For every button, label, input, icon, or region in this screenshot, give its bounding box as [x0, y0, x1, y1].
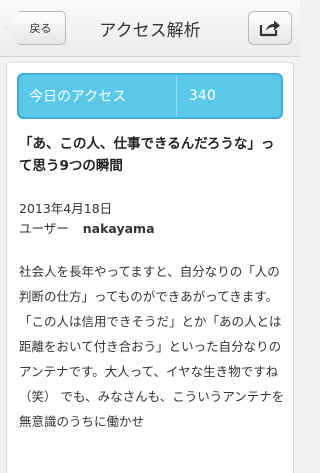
share-button[interactable] [248, 11, 292, 45]
article-card: 今日のアクセス 340 「あ、この人、仕事できるんだろうな」って思う9つの瞬間 … [6, 62, 294, 473]
article-title: 「あ、この人、仕事できるんだろうな」って思う9つの瞬間 [19, 136, 275, 174]
article-author: ユーザー nakayama [19, 219, 285, 239]
access-count: 340 [189, 88, 216, 104]
access-counter: 今日のアクセス 340 [17, 73, 283, 119]
navigation-bar: 戻る アクセス解析 [0, 0, 300, 57]
user-label: ユーザー [19, 221, 69, 236]
article-date: 2013年4月18日 [19, 201, 113, 216]
back-button-label: 戻る [29, 22, 52, 35]
article-body: 社会人を長年やってますと、自分なりの「人の判断の仕方」ってものができあがってきま… [19, 264, 285, 429]
user-name: nakayama [82, 221, 155, 236]
back-button[interactable]: 戻る [6, 11, 66, 45]
article-meta: 2013年4月18日 ユーザー nakayama [19, 199, 285, 239]
share-icon [259, 20, 280, 37]
access-label: 今日のアクセス [19, 75, 177, 117]
page-title: アクセス解析 [99, 21, 201, 41]
